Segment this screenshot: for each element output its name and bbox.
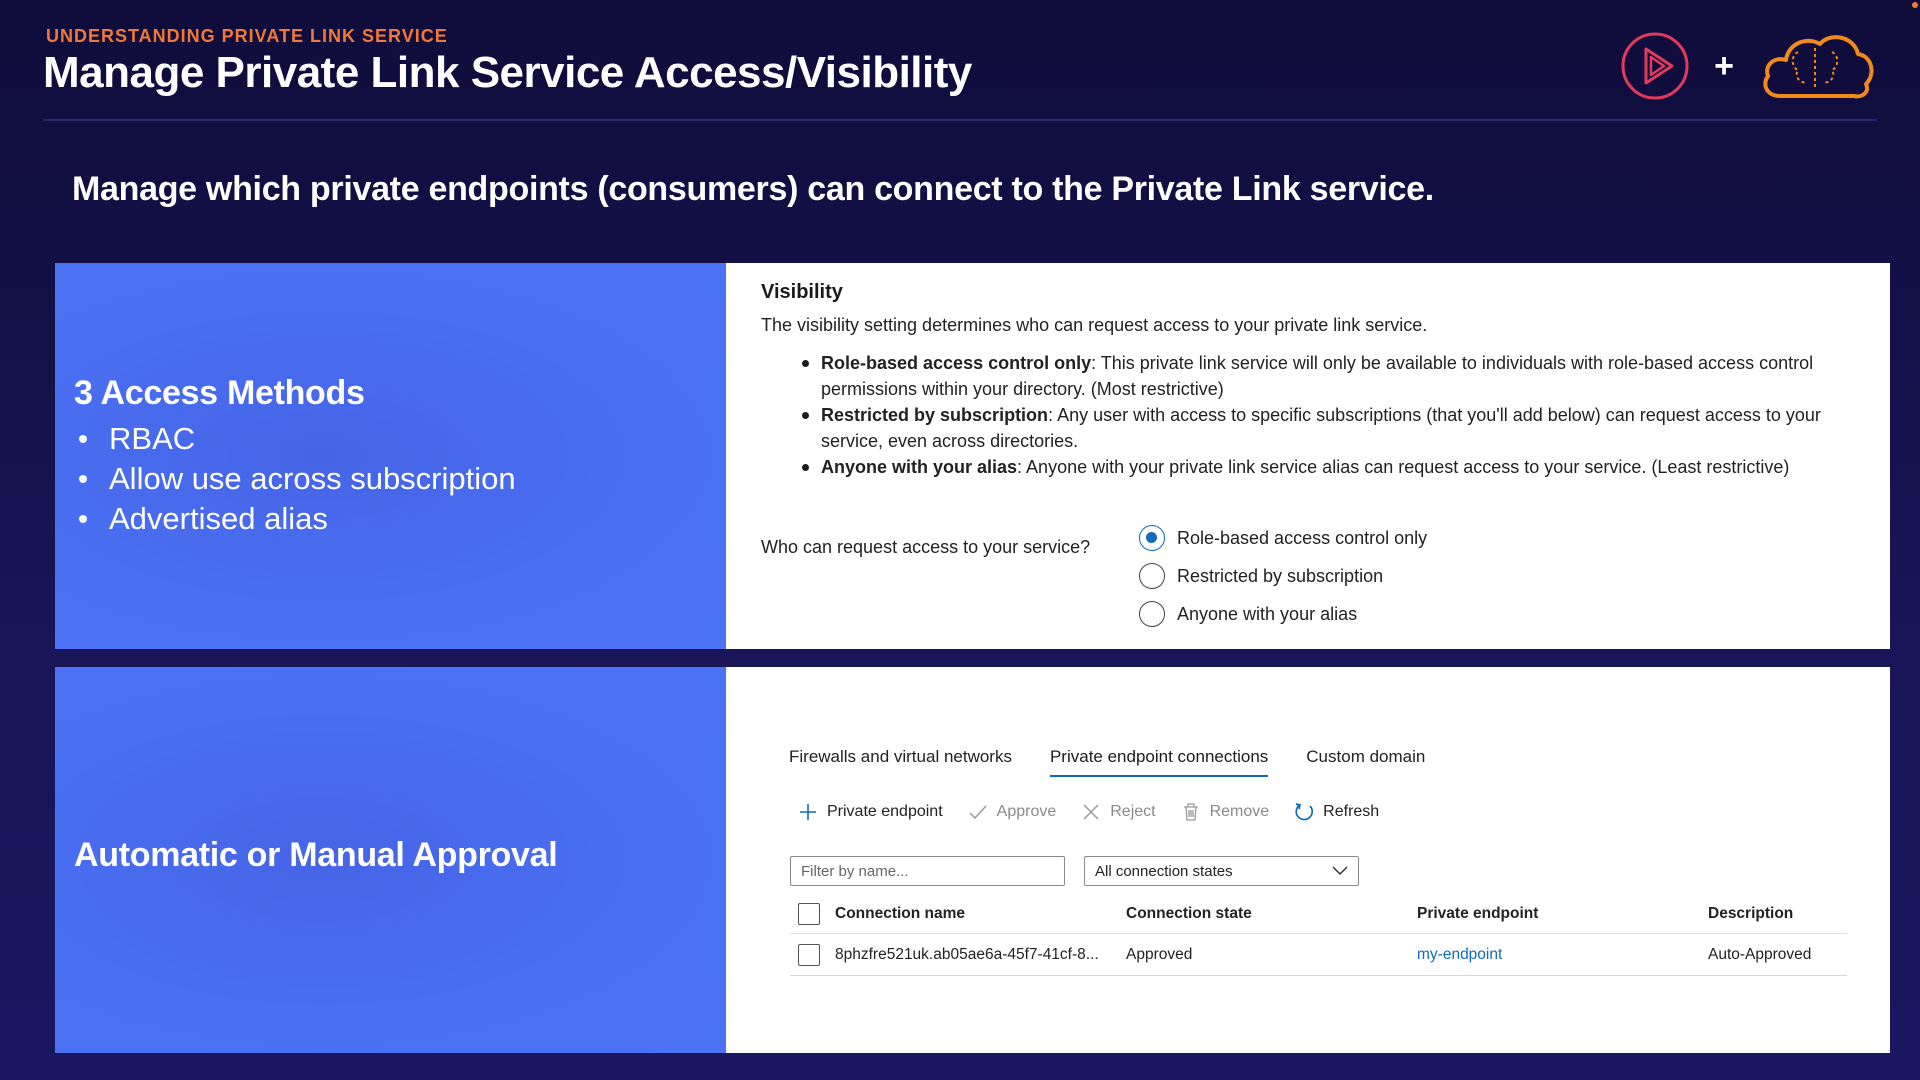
header-divider (43, 119, 1877, 121)
approve-button[interactable]: Approve (967, 801, 1056, 823)
list-item: Advertised alias (74, 499, 726, 539)
bullet-icon (79, 474, 87, 483)
radio-restricted-by-subscription[interactable]: Restricted by subscription (1139, 563, 1427, 589)
bullet-icon (79, 434, 87, 443)
radio-rbac-only[interactable]: Role-based access control only (1139, 525, 1427, 551)
access-radio-group: Role-based access control only Restricte… (1139, 525, 1427, 627)
list-item: Role-based access control only: This pri… (802, 350, 1890, 402)
description-cell: Auto-Approved (1708, 945, 1812, 963)
connection-state-dropdown[interactable]: All connection states (1084, 856, 1359, 886)
trash-icon (1180, 801, 1202, 823)
connection-name-cell: 8phzfre521uk.ab05ae6a-45f7-41cf-8... (835, 945, 1099, 963)
remove-button[interactable]: Remove (1180, 801, 1269, 823)
checkmark-icon (967, 801, 989, 823)
connections-toolbar: Private endpoint Approve Reject Remove R… (797, 801, 1403, 823)
access-methods-list: RBAC Allow use across subscription Adver… (74, 419, 726, 539)
list-item: RBAC (74, 419, 726, 459)
corner-dot (1912, 2, 1918, 8)
column-header-connection-state[interactable]: Connection state (1126, 905, 1417, 923)
plus-sign: + (1714, 46, 1734, 85)
close-icon (1080, 801, 1102, 823)
header-logos: + (1620, 30, 1876, 102)
list-item: Anyone with your alias: Anyone with your… (802, 454, 1890, 480)
radio-selected-icon[interactable] (1139, 525, 1165, 551)
approval-heading: Automatic or Manual Approval (74, 835, 558, 874)
cloud-brain-logo-icon (1763, 35, 1874, 99)
play-logo-icon (1621, 32, 1689, 100)
connections-panel: Firewalls and virtual networks Private e… (726, 667, 1890, 1053)
list-item: Restricted by subscription: Any user wit… (802, 402, 1890, 454)
column-header-private-endpoint[interactable]: Private endpoint (1417, 905, 1708, 923)
access-question: Who can request access to your service? … (761, 525, 1427, 627)
access-question-label: Who can request access to your service? (761, 537, 1091, 557)
connections-tabs: Firewalls and virtual networks Private e… (789, 747, 1463, 777)
tab-private-endpoint-connections[interactable]: Private endpoint connections (1049, 747, 1269, 777)
visibility-panel: Visibility The visibility setting determ… (726, 263, 1890, 649)
private-endpoint-link[interactable]: my-endpoint (1417, 946, 1502, 963)
column-header-connection-name[interactable]: Connection name (835, 905, 1126, 923)
column-header-description[interactable]: Description (1708, 905, 1847, 923)
tab-custom-domain[interactable]: Custom domain (1306, 747, 1425, 777)
approval-row: Automatic or Manual Approval Firewalls a… (55, 667, 1890, 1053)
bullet-icon (79, 514, 87, 523)
select-all-checkbox[interactable] (798, 902, 820, 925)
reject-button[interactable]: Reject (1080, 801, 1156, 823)
section-eyebrow: UNDERSTANDING PRIVATE LINK SERVICE (46, 26, 448, 46)
filter-by-name-input[interactable] (790, 856, 1065, 886)
access-methods-heading: 3 Access Methods (74, 373, 365, 412)
page-title: Manage Private Link Service Access/Visib… (43, 48, 972, 97)
tab-firewalls[interactable]: Firewalls and virtual networks (789, 747, 1012, 777)
slide-subtitle: Manage which private endpoints (consumer… (72, 170, 1434, 208)
visibility-heading: Visibility (761, 281, 843, 303)
row-checkbox[interactable] (798, 943, 820, 966)
visibility-options-list: Role-based access control only: This pri… (761, 350, 1890, 480)
radio-unselected-icon[interactable] (1139, 601, 1165, 627)
approval-panel: Automatic or Manual Approval (55, 667, 726, 1053)
connection-state-cell: Approved (1126, 945, 1193, 963)
refresh-button[interactable]: Refresh (1293, 801, 1379, 823)
visibility-description: The visibility setting determines who ca… (761, 315, 1428, 335)
add-private-endpoint-button[interactable]: Private endpoint (797, 801, 943, 823)
table-row: 8phzfre521uk.ab05ae6a-45f7-41cf-8... App… (790, 934, 1847, 976)
refresh-icon (1293, 801, 1315, 823)
connections-table: Connection name Connection state Private… (790, 894, 1847, 976)
radio-unselected-icon[interactable] (1139, 563, 1165, 589)
table-header-row: Connection name Connection state Private… (790, 894, 1847, 934)
list-item: Allow use across subscription (74, 459, 726, 499)
chevron-down-icon (1332, 866, 1348, 876)
access-methods-row: 3 Access Methods RBAC Allow use across s… (55, 263, 1890, 649)
plus-icon (797, 801, 819, 823)
access-methods-panel: 3 Access Methods RBAC Allow use across s… (55, 263, 726, 649)
radio-anyone-with-alias[interactable]: Anyone with your alias (1139, 601, 1427, 627)
connections-filters: All connection states (790, 856, 1359, 886)
